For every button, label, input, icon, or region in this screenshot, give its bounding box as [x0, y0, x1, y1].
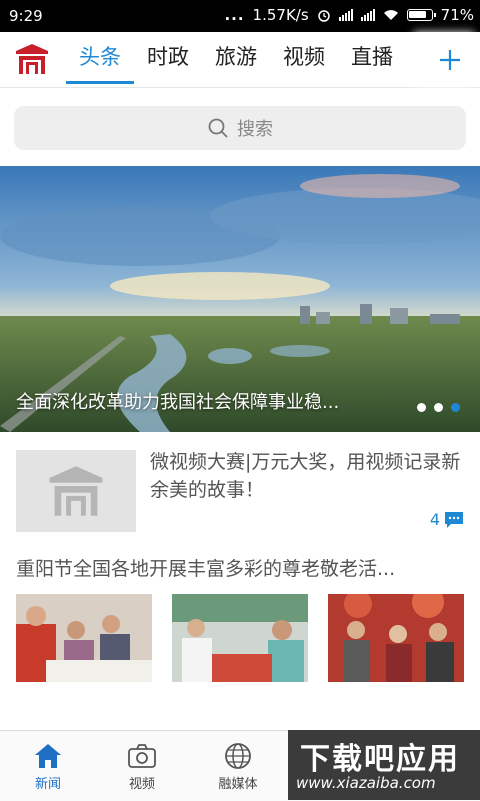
battery-icon [406, 9, 436, 21]
news-item[interactable]: 微视频大赛|万元大奖，用视频记录新余美的故事！ 4 [0, 436, 480, 546]
signal-icon [338, 9, 353, 21]
carousel-dot [417, 403, 426, 412]
news-photo-image [16, 594, 152, 682]
bottom-nav-label: 融媒体 [218, 777, 258, 792]
news-photo[interactable] [16, 594, 152, 682]
carousel-indicator [417, 403, 460, 412]
bottom-nav-label: 新闻 [34, 777, 61, 792]
tab-live[interactable]: 直播 [338, 32, 406, 87]
tab-video[interactable]: 视频 [270, 32, 338, 87]
bottom-nav-label: 视频 [128, 777, 155, 792]
wifi-icon [383, 10, 398, 20]
app-logo-icon[interactable] [14, 42, 50, 76]
watermark-title: 下载吧应用 [300, 742, 460, 777]
news-photo[interactable] [328, 594, 464, 682]
carousel-dot [434, 403, 443, 412]
logo-placeholder-icon [49, 466, 103, 516]
banner-carousel[interactable]: 全面深化改革助力我国社会保障事业稳... [0, 166, 480, 432]
status-right: ... 1.57K/s 71% [224, 6, 474, 24]
news-title-2[interactable]: 重阳节全国各地开展丰富多彩的尊老敬老活... [16, 554, 468, 581]
status-dots: ... [224, 6, 245, 24]
news-title[interactable]: 微视频大赛|万元大奖，用视频记录新余美的故事！ [150, 448, 466, 504]
comment-count[interactable]: 4 [430, 510, 464, 529]
carousel-dot-active [451, 403, 460, 412]
tab-politics[interactable]: 时政 [134, 32, 202, 87]
plus-icon [440, 49, 460, 70]
search-placeholder: 搜索 [237, 119, 273, 140]
news-photo-image [172, 594, 308, 682]
add-tab-button[interactable] [420, 32, 480, 87]
news-photo-image [328, 594, 464, 682]
camera-icon [128, 744, 156, 768]
comment-count-value: 4 [429, 510, 440, 529]
tab-headlines[interactable]: 头条 [66, 32, 134, 87]
globe-icon [225, 743, 251, 769]
watermark-overlay: 下载吧应用 www.xiazaiba.com [288, 730, 480, 800]
search-icon [208, 118, 228, 138]
tab-strip: 头条 时政 旅游 视频 直播 [66, 32, 420, 87]
bottom-nav-video[interactable]: 视频 [94, 731, 190, 801]
news-thumbnail-placeholder [16, 450, 136, 532]
alarm-icon [317, 10, 330, 22]
comment-icon [445, 511, 463, 528]
bottom-nav-news[interactable]: 新闻 [0, 731, 96, 801]
bottom-nav-media[interactable]: 融媒体 [190, 731, 286, 801]
network-speed: 1.57K/s [252, 6, 309, 24]
search-bar[interactable]: 搜索 [14, 106, 466, 150]
tab-travel[interactable]: 旅游 [202, 32, 270, 87]
news-photo[interactable] [172, 594, 308, 682]
banner-caption[interactable]: 全面深化改革助力我国社会保障事业稳... [16, 388, 339, 414]
status-time: 9:29 [9, 7, 43, 25]
news-photo-row[interactable] [16, 594, 464, 682]
battery-percent: 71% [440, 6, 474, 24]
top-nav: 头条 时政 旅游 视频 直播 [0, 32, 480, 88]
watermark-url: www.xiazaiba.com [296, 774, 436, 792]
home-icon [35, 744, 61, 768]
signal-icon-2 [360, 9, 375, 21]
status-bar: 9:29 ... 1.57K/s 71% [0, 0, 480, 32]
